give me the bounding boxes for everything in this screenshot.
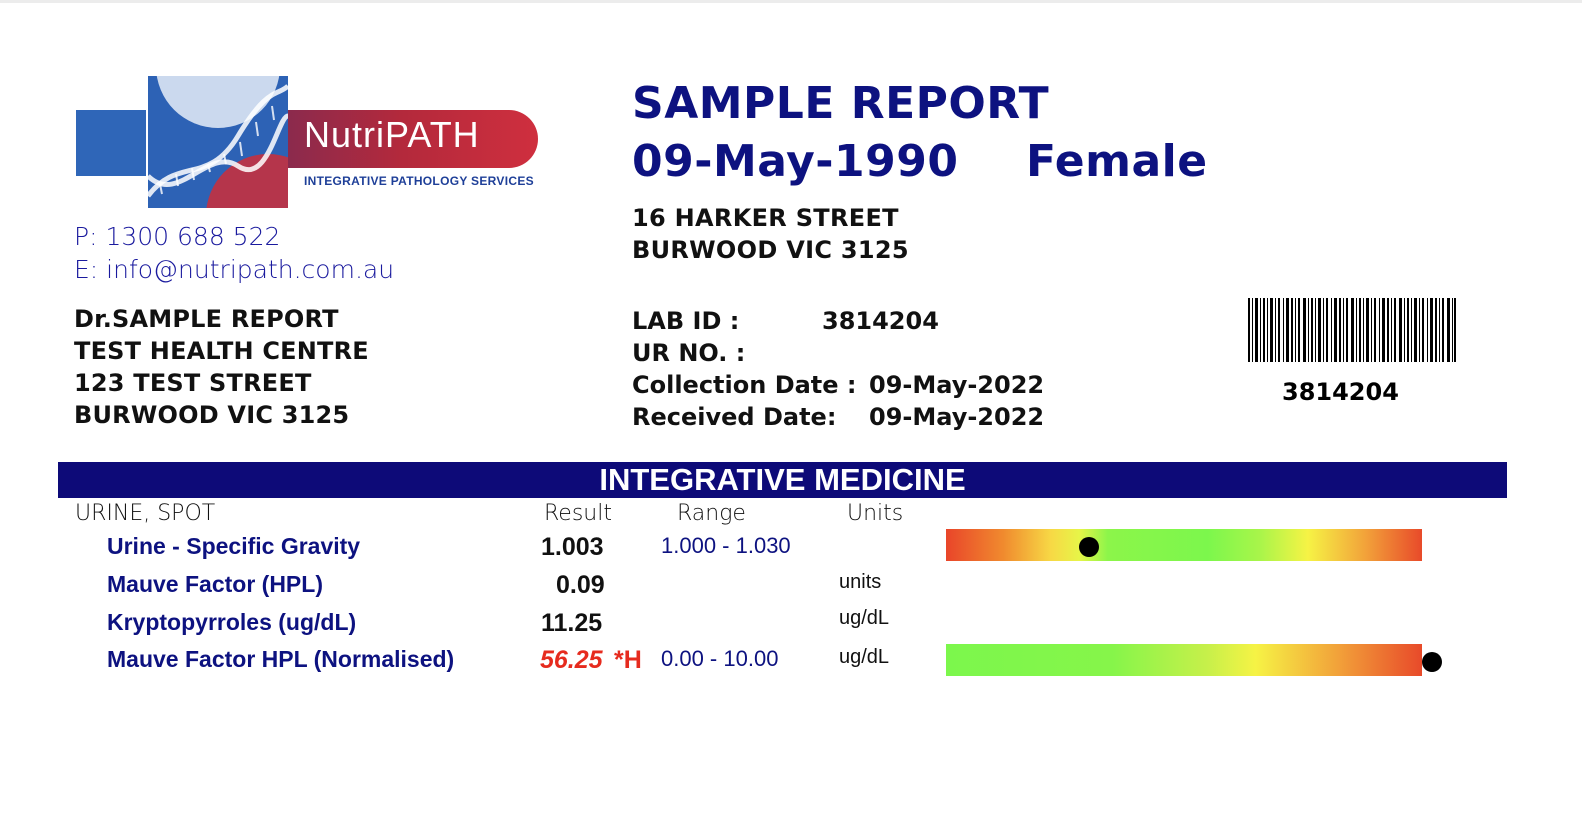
high-flag: *H [614,646,642,674]
test-units: units [839,571,882,593]
test-result: 1.003 [541,533,604,561]
specimen-label: URINE, SPOT [75,501,216,526]
doctor-street: 123 TEST STREET [74,369,312,397]
test-range: 1.000 - 1.030 [661,533,791,558]
patient-dob: 09-May-1990 [632,136,959,187]
doctor-suburb: BURWOOD VIC 3125 [74,401,350,429]
test-name: Urine - Specific Gravity [107,533,361,559]
test-range: 0.00 - 10.00 [661,646,779,671]
patient-street: 16 HARKER STREET [632,204,899,232]
doctor-practice: TEST HEALTH CENTRE [74,337,369,365]
collection-date-value: 09-May-2022 [869,371,1045,399]
patient-sex: Female [1026,136,1208,187]
lab-id-label: LAB ID : [632,307,740,335]
logo-dna-panel [148,76,288,208]
patient-name: SAMPLE REPORT [632,78,1050,129]
section-banner: INTEGRATIVE MEDICINE [58,462,1507,498]
section-title: INTEGRATIVE MEDICINE [599,462,966,497]
doctor-name: Dr.SAMPLE REPORT [74,305,339,333]
logo-brand-name: NutriPATH [304,114,480,155]
result-column-header: Result [544,501,612,526]
ur-no-label: UR NO. : [632,339,746,367]
logo-tagline: INTEGRATIVE PATHOLOGY SERVICES [304,174,534,188]
test-name: Mauve Factor (HPL) [107,571,323,597]
logo-blue-square [76,110,146,176]
result-gauge [946,644,1422,676]
range-column-header: Range [677,501,746,526]
dna-helix-icon [148,76,288,208]
patient-suburb: BURWOOD VIC 3125 [632,236,909,264]
phone-number[interactable]: P: 1300 688 522 [74,222,280,251]
gauge-marker [1422,652,1442,672]
nutripath-logo: NutriPATH INTEGRATIVE PATHOLOGY SERVICES [76,76,538,210]
lab-id-value: 3814204 [822,307,939,335]
top-divider [0,0,1582,3]
units-column-header: Units [847,501,904,526]
test-units: ug/dL [839,646,890,668]
test-result: 0.09 [556,571,605,599]
test-name: Kryptopyrroles (ug/dL) [107,609,357,635]
barcode-image [1248,298,1456,362]
test-result: 11.25 [541,609,603,637]
gauge-marker [1078,537,1099,557]
test-name: Mauve Factor HPL (Normalised) [107,646,455,672]
received-date-value: 09-May-2022 [869,403,1045,431]
test-units: ug/dL [839,607,890,629]
test-result-high: 56.25 [540,646,603,674]
collection-date-label: Collection Date : [632,371,857,399]
received-date-label: Received Date: [632,403,837,431]
barcode-number: 3814204 [1282,378,1399,406]
email-address[interactable]: E: info@nutripath.com.au [74,255,394,284]
result-gauge [946,529,1422,561]
